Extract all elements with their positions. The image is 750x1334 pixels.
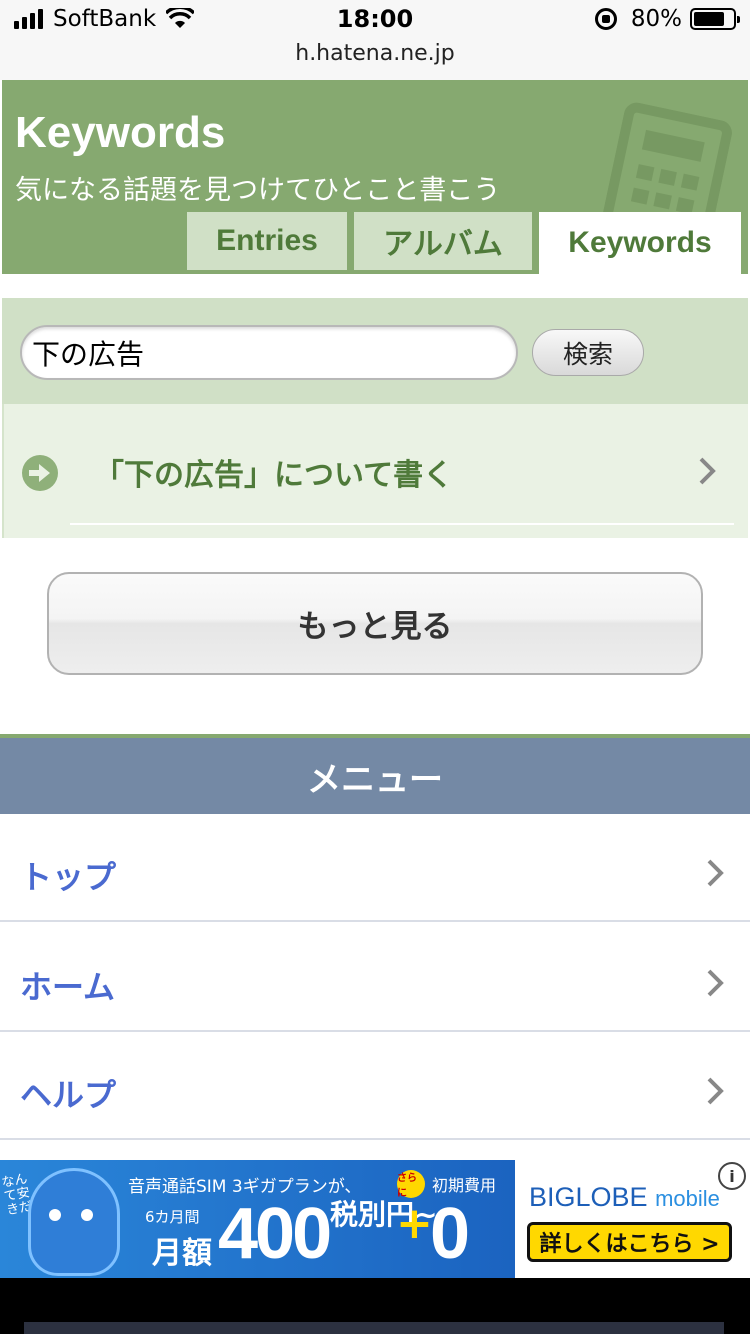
ad-left-panel: なんて安きだ! 音声通話SIM 3ギガプランが、 さらに 初期費用 6カ月間 月…	[0, 1160, 515, 1278]
more-button[interactable]: もっと見る	[47, 572, 703, 675]
write-link-area: 「下の広告」について書く	[2, 404, 748, 538]
ad-six-months: 6カ月間	[145, 1208, 200, 1226]
status-bar: SoftBank 18:00 h.hatena.ne.jp 80%	[0, 0, 750, 80]
ad-initial-fee: 初期費用	[432, 1176, 497, 1195]
site-header: Keywords 気になる話題を見つけてひとこと書こう Entries アルバム…	[2, 80, 748, 274]
search-input[interactable]	[20, 325, 518, 380]
page-title: Keywords	[15, 108, 226, 157]
battery-icon	[690, 8, 740, 30]
chevron-right-icon	[699, 457, 716, 485]
tab-entries[interactable]: Entries	[187, 212, 347, 270]
menu-item-label: ヘルプ	[20, 1076, 117, 1114]
page-subtitle: 気になる話題を見つけてひとこと書こう	[15, 175, 501, 206]
chevron-right-icon	[707, 969, 724, 997]
ad-info-icon[interactable]: i	[718, 1162, 746, 1190]
next-content-peek	[24, 1322, 724, 1334]
status-right: 80%	[594, 6, 740, 32]
ad-banner[interactable]: なんて安きだ! 音声通話SIM 3ギガプランが、 さらに 初期費用 6カ月間 月…	[0, 1160, 750, 1278]
battery-percent: 80%	[630, 6, 682, 32]
url-bar[interactable]: h.hatena.ne.jp	[0, 41, 750, 66]
tab-bar: Entries アルバム Keywords	[2, 212, 748, 274]
chevron-right-icon	[707, 859, 724, 887]
menu-item-top[interactable]: トップ	[0, 814, 750, 922]
ad-zero-yen: 0円	[430, 1194, 502, 1278]
write-link-label: 「下の広告」について書く	[94, 458, 454, 493]
menu-header: メニュー	[0, 738, 750, 814]
chevron-right-icon	[707, 1077, 724, 1105]
divider	[70, 523, 734, 525]
ad-plus: +	[396, 1198, 433, 1249]
ad-right-panel: BIGLOBE mobile 詳しくはこちら > i	[515, 1160, 750, 1278]
ad-price: 400	[218, 1194, 332, 1274]
search-button[interactable]: 検索	[532, 329, 644, 376]
tab-album[interactable]: アルバム	[354, 212, 532, 270]
ad-badge: さらに	[397, 1170, 425, 1199]
search-area: 検索	[2, 298, 748, 404]
orientation-lock-icon	[594, 8, 617, 30]
tab-keywords[interactable]: Keywords	[539, 212, 741, 274]
menu-item-home[interactable]: ホーム	[0, 924, 750, 1032]
arrow-right-icon	[22, 455, 58, 491]
ad-monthly: 月額	[152, 1236, 212, 1271]
write-link[interactable]: 「下の広告」について書く	[4, 404, 750, 524]
menu-item-label: トップ	[20, 858, 117, 896]
menu-item-help[interactable]: ヘルプ	[0, 1032, 750, 1140]
ad-brand-name: BIGLOBE	[529, 1182, 648, 1212]
ad-brand-suffix: mobile	[655, 1186, 720, 1211]
ad-brand: BIGLOBE mobile	[529, 1182, 720, 1213]
ad-cta-button[interactable]: 詳しくはこちら >	[527, 1222, 732, 1262]
mascot-image	[28, 1168, 120, 1276]
menu-item-label: ホーム	[20, 968, 116, 1006]
